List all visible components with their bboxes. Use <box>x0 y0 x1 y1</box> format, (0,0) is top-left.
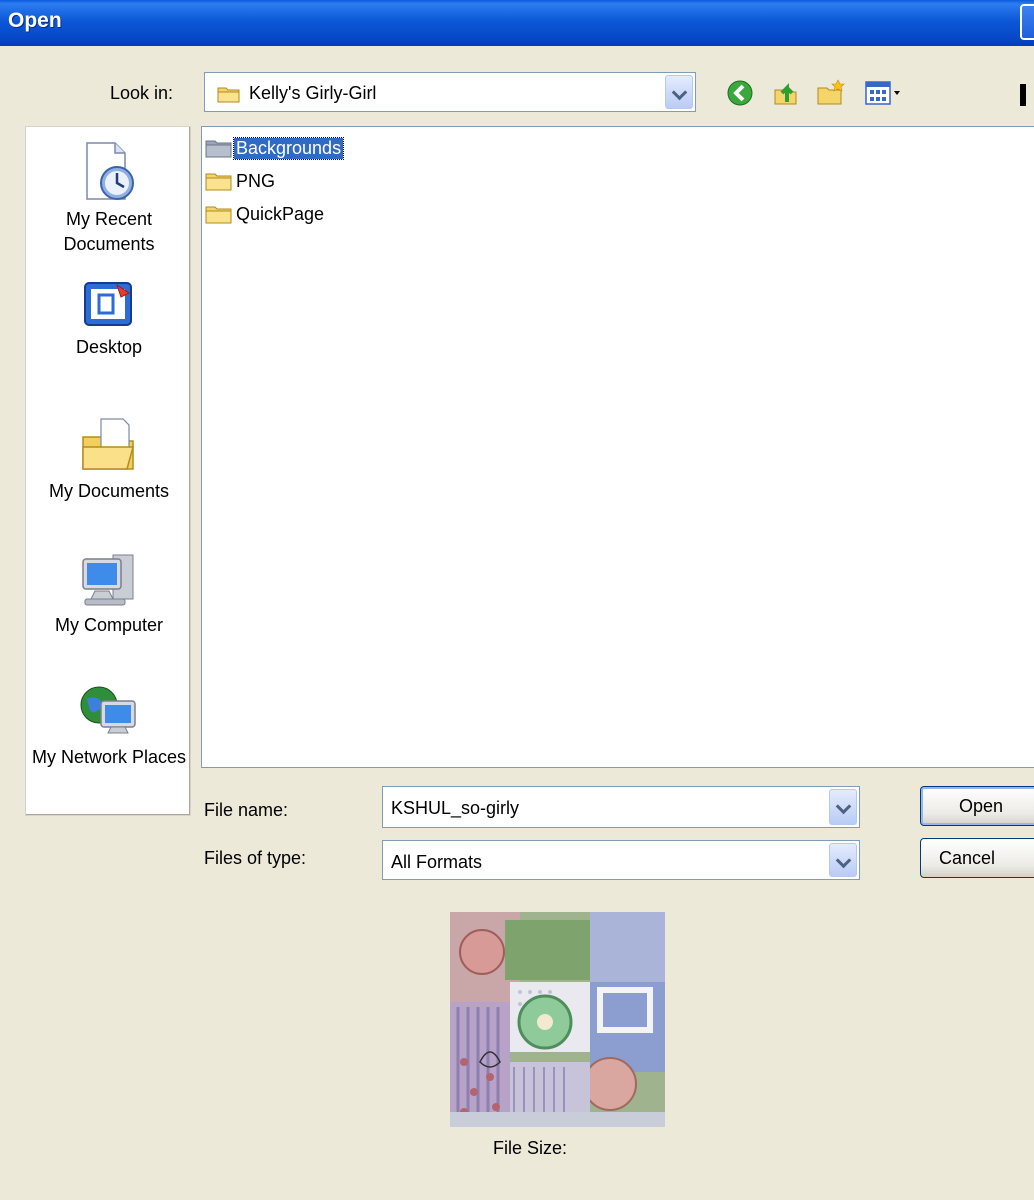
list-item[interactable]: PNG <box>205 167 277 195</box>
my-documents-icon <box>82 418 134 470</box>
toolbar-edge <box>1020 84 1026 106</box>
preview-image <box>450 912 665 1127</box>
file-type-select[interactable]: All Formats <box>382 840 860 880</box>
list-item[interactable]: Backgrounds <box>205 134 345 162</box>
recent-documents-icon <box>86 142 134 200</box>
look-in-label: Look in: <box>110 83 174 103</box>
look-in-value: Kelly's Girly-Girl <box>249 83 377 103</box>
file-name-label: Backgrounds <box>232 136 345 160</box>
file-name-value[interactable]: KSHUL_so-girly <box>391 798 519 819</box>
title-bar[interactable]: Open <box>0 0 1034 46</box>
up-folder-icon[interactable] <box>771 78 801 108</box>
place-my-network-places[interactable]: My Network Places <box>26 683 192 770</box>
new-folder-icon[interactable] <box>816 78 846 108</box>
file-name-label: QuickPage <box>236 203 325 224</box>
place-desktop[interactable]: Desktop <box>26 279 192 360</box>
place-label: My Documents <box>48 481 170 501</box>
folder-icon <box>205 173 232 191</box>
file-type-value: All Formats <box>391 852 483 872</box>
places-bar: My Recent Documents Desktop My Documents… <box>25 126 191 816</box>
file-size-label: File Size: <box>493 1138 568 1158</box>
file-type-field-label: Files of type: <box>204 848 307 868</box>
chevron-down-icon[interactable] <box>829 789 857 825</box>
folder-icon <box>217 87 240 103</box>
file-name-label: PNG <box>236 170 276 191</box>
back-icon[interactable] <box>725 78 755 108</box>
list-item[interactable]: QuickPage <box>205 200 326 228</box>
folder-icon <box>205 206 232 224</box>
cancel-button[interactable]: Cancel <box>920 838 1034 878</box>
chevron-down-icon[interactable] <box>665 75 693 109</box>
place-my-computer[interactable]: My Computer <box>26 551 192 638</box>
desktop-icon <box>84 282 132 326</box>
look-in-combo[interactable]: Kelly's Girly-Girl <box>204 72 696 112</box>
place-my-recent-documents[interactable]: My Recent Documents <box>26 141 192 257</box>
folder-icon <box>205 140 232 158</box>
open-button[interactable]: Open <box>920 786 1034 826</box>
place-label: My Recent Documents <box>63 209 155 254</box>
file-name-field-label: File name: <box>204 800 289 820</box>
network-places-icon <box>80 686 136 734</box>
place-label: My Computer <box>54 615 164 635</box>
place-my-documents[interactable]: My Documents <box>26 413 192 504</box>
place-label: My Network Places <box>31 747 187 767</box>
place-label: Desktop <box>75 337 143 357</box>
window-title: Open <box>8 9 62 32</box>
file-name-field[interactable]: KSHUL_so-girly <box>382 786 860 828</box>
chevron-down-icon[interactable] <box>829 843 857 877</box>
my-computer-icon <box>82 554 134 606</box>
close-icon[interactable] <box>1020 4 1034 40</box>
views-menu-icon[interactable] <box>864 78 906 108</box>
